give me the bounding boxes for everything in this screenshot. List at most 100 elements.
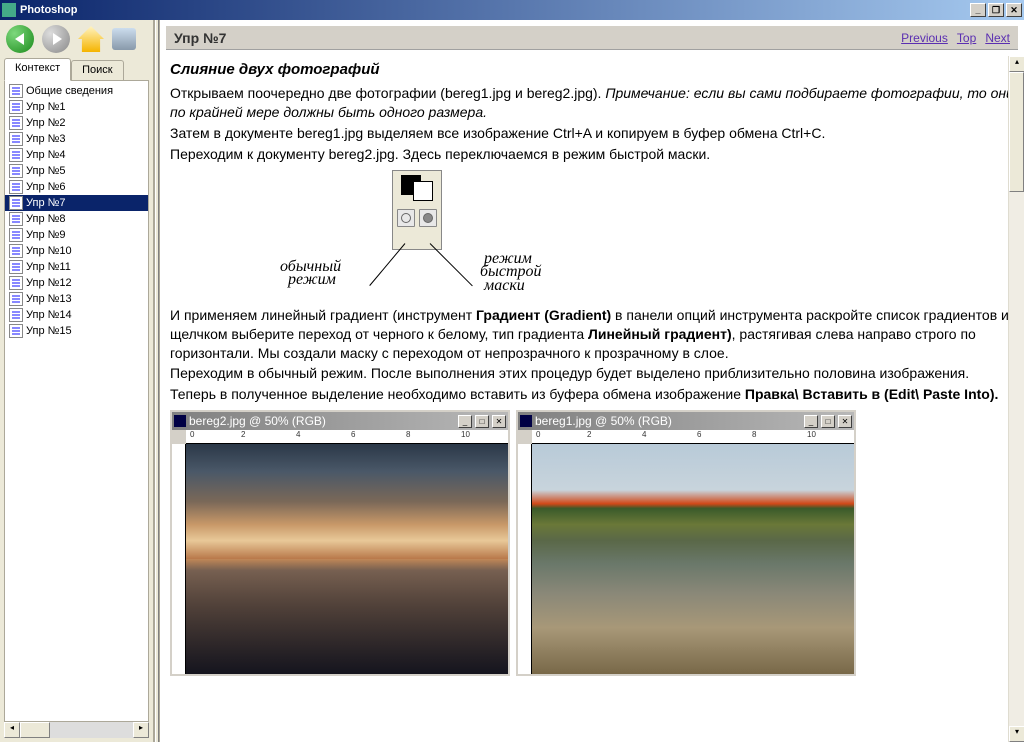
background-swatch	[413, 181, 433, 201]
link-next[interactable]: Next	[985, 31, 1010, 45]
content-vscrollbar[interactable]: ▴ ▾	[1008, 56, 1024, 742]
link-top[interactable]: Top	[957, 31, 976, 45]
nav-tabs: Контекст Поиск	[0, 58, 153, 80]
document-icon	[9, 228, 23, 242]
tree-item-label: Упр №12	[26, 277, 72, 289]
tree-item[interactable]: Упр №9	[5, 227, 148, 243]
tree-item[interactable]: Упр №4	[5, 147, 148, 163]
window-title: Photoshop	[20, 4, 970, 16]
forward-button[interactable]	[42, 25, 70, 53]
scroll-thumb[interactable]	[1009, 72, 1024, 192]
close-button[interactable]: ✕	[1006, 3, 1022, 17]
document-icon	[9, 276, 23, 290]
tree-item-label: Упр №15	[26, 325, 72, 337]
tree-item-label: Упр №3	[26, 133, 66, 145]
content-pane: Упр №7 Previous Top Next Слияние двух фо…	[159, 20, 1024, 742]
tab-context[interactable]: Контекст	[4, 58, 71, 81]
paragraph: Открываем поочередно две фотографии (ber…	[170, 84, 1014, 122]
document-icon	[9, 100, 23, 114]
nav-toolbar	[0, 20, 153, 58]
tree-item-label: Упр №13	[26, 293, 72, 305]
app-icon	[2, 3, 16, 17]
scroll-up-button[interactable]: ▴	[1009, 56, 1024, 72]
ps-window-bereg2: bereg2.jpg @ 50% (RGB) _ □ ✕ 0246810	[170, 410, 510, 676]
window-titlebar: Photoshop _ ❐ ✕	[0, 0, 1024, 20]
scroll-right-button[interactable]: ▸	[133, 722, 149, 738]
tree-item-label: Упр №11	[26, 261, 71, 273]
ruler-vertical	[172, 444, 186, 674]
ps-doc-icon	[520, 415, 532, 427]
label-quickmask-mode: режим быстрой маски	[480, 252, 542, 293]
document-icon	[9, 324, 23, 338]
tree-item-label: Упр №7	[26, 197, 66, 209]
ps-minimize-icon: _	[458, 415, 472, 428]
document-icon	[9, 116, 23, 130]
tree-item-label: Упр №4	[26, 149, 66, 161]
tree-item[interactable]: Упр №14	[5, 307, 148, 323]
ruler-horizontal: 0246810	[532, 430, 854, 444]
label-standard-mode: обычный режим	[280, 260, 341, 287]
scroll-left-button[interactable]: ◂	[4, 722, 20, 738]
document-icon	[9, 164, 23, 178]
document-icon	[9, 84, 23, 98]
quickmask-diagram: обычный режим режим быстрой маски	[280, 170, 580, 300]
paragraph: Переходим в обычный режим. После выполне…	[170, 364, 1014, 383]
paragraph: И применяем линейный градиент (инструмен…	[170, 306, 1014, 363]
tree-item[interactable]: Упр №15	[5, 323, 148, 339]
callout-line	[369, 243, 405, 286]
back-button[interactable]	[6, 25, 34, 53]
document-icon	[9, 308, 23, 322]
print-button[interactable]	[112, 28, 136, 50]
document-icon	[9, 148, 23, 162]
tree-hscrollbar[interactable]: ◂ ▸	[4, 722, 149, 738]
tree-item[interactable]: Упр №12	[5, 275, 148, 291]
scroll-thumb[interactable]	[20, 722, 50, 738]
document-icon	[9, 260, 23, 274]
tree-item[interactable]: Упр №2	[5, 115, 148, 131]
ruler-horizontal: 0246810	[186, 430, 508, 444]
home-button[interactable]	[78, 26, 104, 52]
tree-item[interactable]: Упр №6	[5, 179, 148, 195]
tree-item[interactable]: Общие сведения	[5, 83, 148, 99]
image-bereg1	[532, 444, 854, 674]
document-icon	[9, 212, 23, 226]
tree-item-label: Упр №2	[26, 117, 66, 129]
document-icon	[9, 132, 23, 146]
topic-tree[interactable]: Общие сведения Упр №1 Упр №2 Упр №3 Упр №4 Уп…	[4, 80, 149, 722]
link-previous[interactable]: Previous	[901, 31, 948, 45]
tree-item[interactable]: Упр №8	[5, 211, 148, 227]
tree-item[interactable]: Упр №5	[5, 163, 148, 179]
ps-window-bereg1: bereg1.jpg @ 50% (RGB) _ □ ✕ 0246810	[516, 410, 856, 676]
tree-item[interactable]: Упр №1	[5, 99, 148, 115]
tree-item[interactable]: Упр №13	[5, 291, 148, 307]
image-bereg2	[186, 444, 508, 674]
tree-item-label: Общие сведения	[26, 85, 113, 97]
tree-item[interactable]: Упр №11	[5, 259, 148, 275]
tool-palette-illustration	[392, 170, 442, 250]
ps-maximize-icon: □	[821, 415, 835, 428]
restore-button[interactable]: ❐	[988, 3, 1004, 17]
tab-search[interactable]: Поиск	[71, 60, 123, 80]
ps-doc-title: bereg2.jpg @ 50% (RGB)	[189, 413, 455, 429]
tree-item-label: Упр №8	[26, 213, 66, 225]
minimize-button[interactable]: _	[970, 3, 986, 17]
scroll-down-button[interactable]: ▾	[1009, 726, 1024, 742]
quickmask-mode-icon	[419, 209, 437, 227]
tree-item-label: Упр №5	[26, 165, 66, 177]
ps-close-icon: ✕	[838, 415, 852, 428]
tree-item[interactable]: Упр №3	[5, 131, 148, 147]
tree-item[interactable]: Упр №10	[5, 243, 148, 259]
document-icon	[9, 196, 23, 210]
ps-minimize-icon: _	[804, 415, 818, 428]
tree-item-label: Упр №10	[26, 245, 72, 257]
tree-item-label: Упр №6	[26, 181, 66, 193]
ruler-vertical	[518, 444, 532, 674]
ps-close-icon: ✕	[492, 415, 506, 428]
ps-doc-icon	[174, 415, 186, 427]
tree-item-label: Упр №9	[26, 229, 66, 241]
article-body: Слияние двух фотографий Открываем поочер…	[160, 56, 1024, 742]
tree-item-label: Упр №1	[26, 101, 66, 113]
tree-item[interactable]: Упр №7	[5, 195, 148, 211]
paragraph: Затем в документе bereg1.jpg выделяем вс…	[170, 124, 1014, 143]
paragraph: Переходим к документу bereg2.jpg. Здесь …	[170, 145, 1014, 164]
